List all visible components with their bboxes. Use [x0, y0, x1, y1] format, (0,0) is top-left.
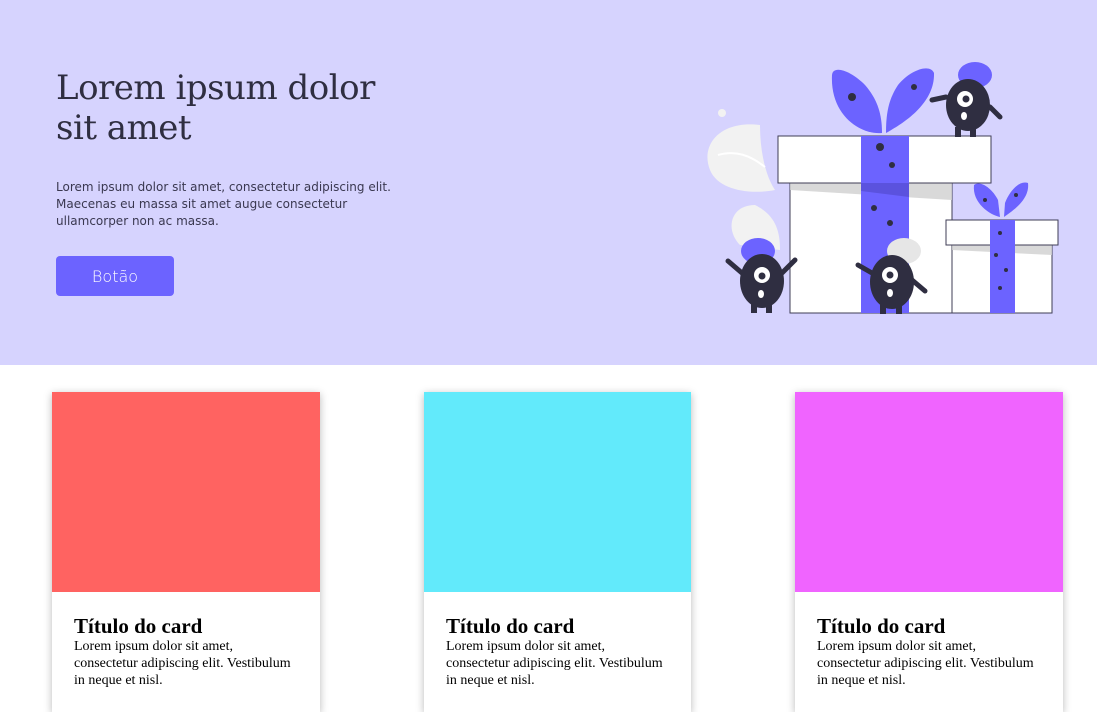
hero-description: Lorem ipsum dolor sit amet, consectetur …: [56, 180, 391, 228]
hero-section: Lorem ipsum dolor sit amet Lorem ipsum d…: [0, 0, 1097, 365]
card: Título do card Lorem ipsum dolor sit ame…: [424, 392, 691, 712]
card-body: Título do card Lorem ipsum dolor sit ame…: [52, 592, 320, 689]
card-image: [52, 392, 320, 592]
gift-boxes-monsters-illustration: [707, 62, 1059, 314]
card-title: Título do card: [817, 614, 946, 638]
card-title: Título do card: [74, 614, 203, 638]
hero-title: Lorem ipsum dolor sit amet: [56, 68, 375, 148]
card-body: Título do card Lorem ipsum dolor sit ame…: [424, 592, 691, 689]
card-text: Lorem ipsum dolor sit amet, consectetur …: [446, 639, 663, 688]
hero-button[interactable]: Botão: [56, 256, 174, 296]
card-text: Lorem ipsum dolor sit amet, consectetur …: [817, 639, 1034, 688]
card-title: Título do card: [446, 614, 575, 638]
card-image: [424, 392, 691, 592]
card: Título do card Lorem ipsum dolor sit ame…: [795, 392, 1063, 712]
card-text: Lorem ipsum dolor sit amet, consectetur …: [74, 639, 291, 688]
card: Título do card Lorem ipsum dolor sit ame…: [52, 392, 320, 712]
card-body: Título do card Lorem ipsum dolor sit ame…: [795, 592, 1063, 689]
card-image: [795, 392, 1063, 592]
